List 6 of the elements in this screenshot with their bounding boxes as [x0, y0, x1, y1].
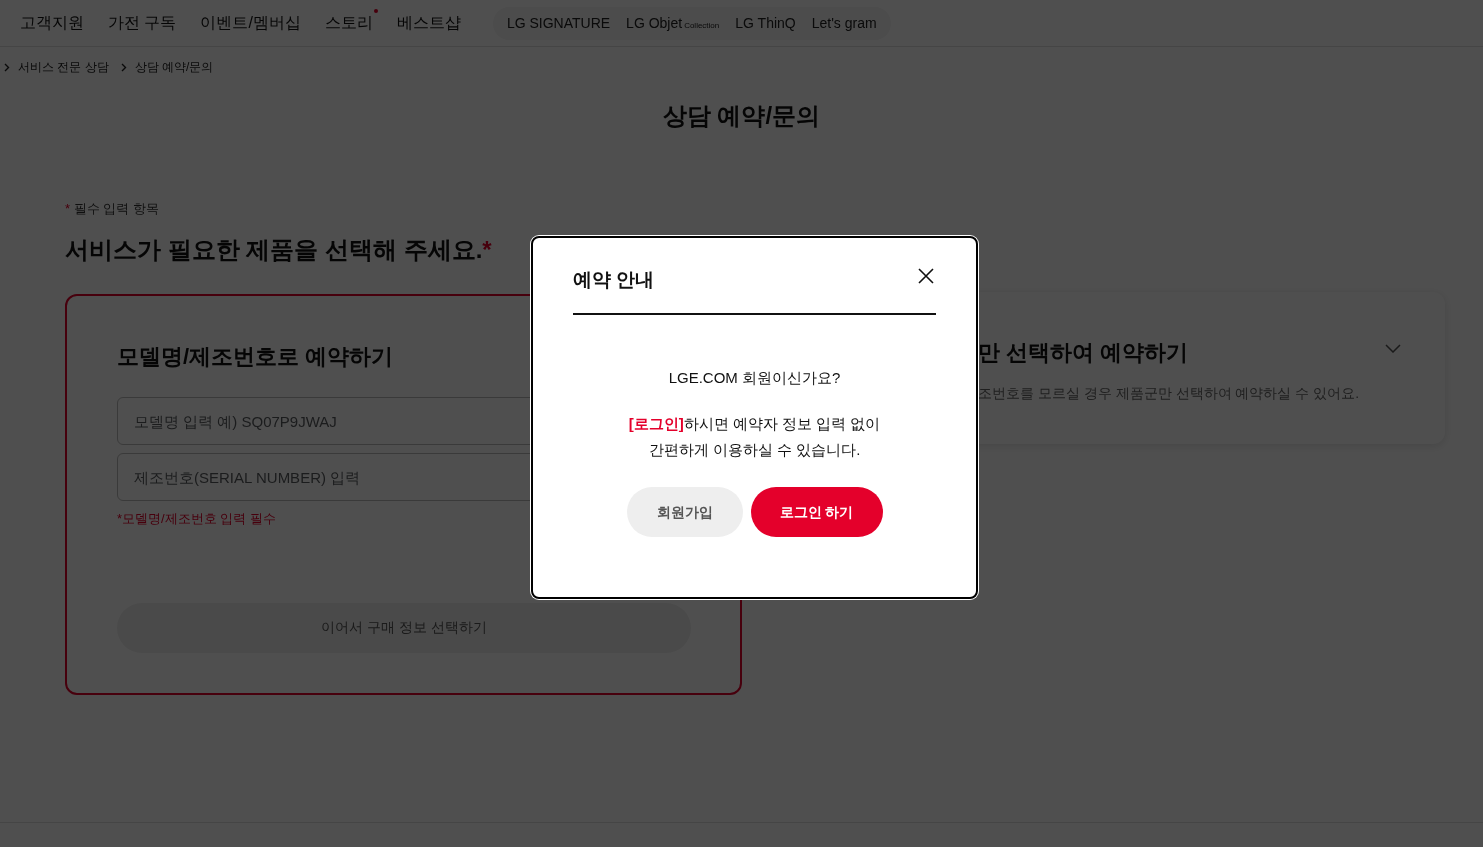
page-title: 상담 예약/문의 [661, 102, 822, 131]
card-title: 모델명/제조번호로 예약하기 [117, 343, 395, 372]
card-title: 만 선택하여 예약하기 [978, 339, 1189, 368]
modal-title: 예약 안내 [573, 266, 936, 315]
required-note: * 필수 입력 항목 [65, 199, 160, 218]
section-title: 서비스가 필요한 제품을 선택해 주세요.* [65, 235, 492, 266]
